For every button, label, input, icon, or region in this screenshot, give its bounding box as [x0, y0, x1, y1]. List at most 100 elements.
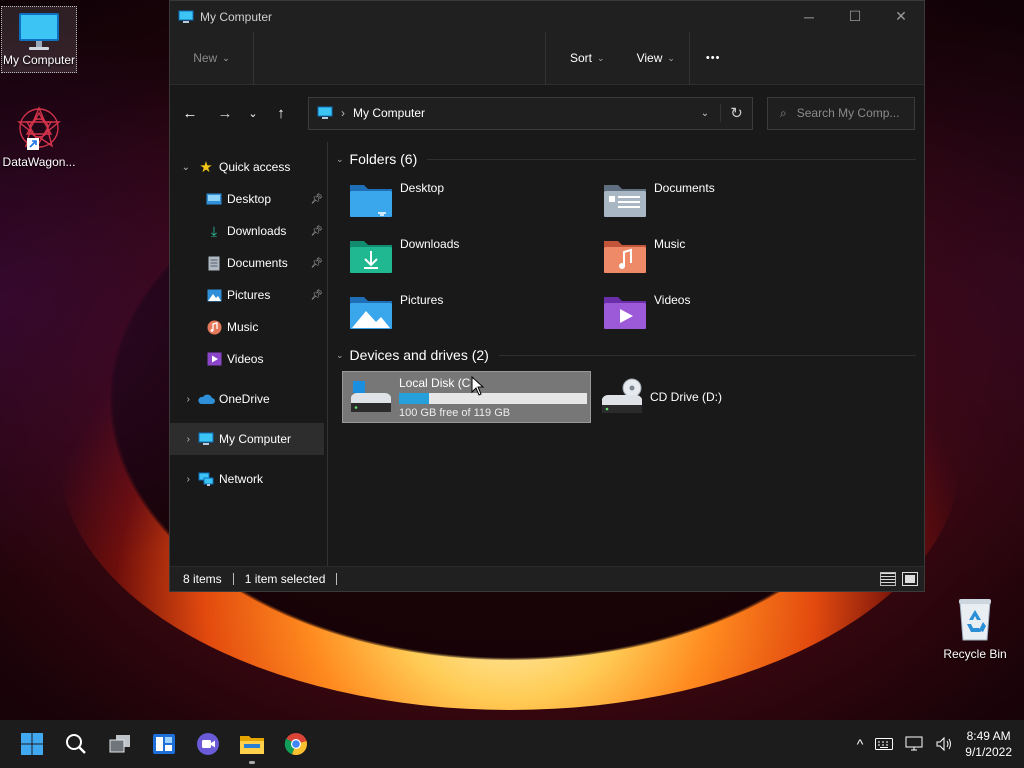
folder-name: Documents — [654, 181, 715, 195]
folder-tile-videos[interactable]: Videos — [590, 285, 844, 341]
star-icon: ★ — [199, 159, 213, 176]
desktop-icon-recycle-bin[interactable]: Recycle Bin — [937, 596, 1013, 661]
nav-label: Videos — [227, 352, 264, 366]
nav-item-videos[interactable]: Videos — [170, 343, 327, 375]
nav-label: OneDrive — [219, 392, 270, 406]
drive-free-space: 100 GB free of 119 GB — [399, 406, 511, 419]
drives-group-header[interactable]: ⌄ Devices and drives (2) — [336, 341, 924, 369]
nav-label: My Computer — [219, 432, 292, 446]
chevron-right-icon: › — [341, 106, 345, 120]
volume-icon[interactable] — [935, 736, 953, 752]
chevron-down-icon[interactable]: ⌄ — [170, 162, 196, 173]
folder-name: Music — [654, 237, 686, 251]
folders-group-header[interactable]: ⌄ Folders (6) — [336, 145, 924, 173]
taskbar: ^ 8:49 AM 9/1/2022 — [0, 720, 1024, 768]
sort-button[interactable]: Sort ⌄ — [546, 32, 627, 85]
drive-tile-cd[interactable]: CD Drive (D:) — [594, 371, 844, 423]
more-options-button[interactable]: ••• — [690, 32, 737, 85]
chevron-down-icon[interactable]: ⌄ — [690, 108, 720, 119]
widgets-icon — [153, 734, 175, 754]
widgets-button[interactable] — [142, 720, 186, 768]
keyboard-icon[interactable] — [875, 738, 894, 750]
nav-item-pictures[interactable]: Pictures 📌︎ — [170, 279, 327, 311]
network-status-icon[interactable] — [905, 736, 923, 752]
search-input[interactable]: ⌕ Search My Comp... — [767, 96, 915, 130]
nav-network[interactable]: › Network — [170, 463, 327, 495]
chevron-down-icon: ⌄ — [597, 52, 605, 63]
desktop-icon-label: DataWagon... — [2, 155, 76, 169]
windows-logo-icon — [21, 733, 43, 755]
cd-drive-icon — [602, 378, 642, 413]
view-button[interactable]: View ⌄ — [627, 32, 689, 85]
folders-grid: Desktop Documents Downloads Music Pictur… — [336, 173, 924, 341]
chevron-down-icon[interactable]: ⌄ — [336, 154, 344, 165]
document-icon — [204, 255, 224, 271]
downloads-folder-icon — [350, 241, 392, 273]
back-button[interactable]: ← — [175, 105, 205, 122]
details-view-button[interactable] — [880, 572, 896, 586]
chrome-button[interactable] — [274, 720, 318, 768]
folder-tile-documents[interactable]: Documents — [590, 173, 844, 229]
navigation-pane: ⌄ ★ Quick access Desktop 📌︎ ⤓ Downloads … — [170, 142, 328, 568]
address-path[interactable]: My Computer — [353, 106, 425, 120]
address-bar[interactable]: › My Computer ⌄ ↻ — [308, 96, 753, 130]
monitor-icon — [19, 13, 59, 50]
nav-item-music[interactable]: Music — [170, 311, 327, 343]
pin-icon[interactable]: 📌︎ — [310, 258, 323, 269]
chevron-right-icon[interactable]: › — [170, 474, 196, 485]
drives-grid: Local Disk (C:) 100 GB free of 119 GB CD… — [336, 369, 924, 423]
selection-count: 1 item selected — [244, 572, 326, 586]
chevron-right-icon[interactable]: › — [170, 394, 196, 405]
nav-onedrive[interactable]: › OneDrive — [170, 383, 327, 415]
pin-icon[interactable]: 📌︎ — [310, 290, 323, 301]
recycle-bin-icon — [959, 599, 991, 641]
clock-date: 9/1/2022 — [965, 745, 1012, 759]
nav-my-computer[interactable]: › My Computer — [170, 423, 324, 455]
title-bar[interactable]: My Computer ─ ☐ ✕ — [170, 1, 924, 32]
command-bar: New ⌄ Sort ⌄ View ⌄ ••• — [170, 31, 924, 85]
nav-item-desktop[interactable]: Desktop 📌︎ — [170, 183, 327, 215]
folder-tile-downloads[interactable]: Downloads — [336, 229, 590, 285]
music-icon — [204, 319, 224, 335]
chevron-up-icon[interactable]: ^ — [857, 736, 864, 752]
desktop-icon-my-computer[interactable]: My Computer — [1, 6, 77, 73]
more-label: ••• — [705, 52, 721, 64]
monitor-icon — [317, 106, 333, 119]
folder-tile-music[interactable]: Music — [590, 229, 844, 285]
desktop-folder-icon — [350, 185, 392, 217]
chevron-down-icon[interactable]: ⌄ — [336, 350, 344, 361]
desktop-icon-datawagon[interactable]: DataWagon... — [1, 104, 77, 169]
folder-tile-pictures[interactable]: Pictures — [336, 285, 590, 341]
nav-label: Quick access — [219, 160, 291, 174]
chevron-right-icon[interactable]: › — [170, 434, 196, 445]
teams-chat-button[interactable] — [186, 720, 230, 768]
drive-tile-local-disk[interactable]: Local Disk (C:) 100 GB free of 119 GB — [342, 371, 591, 423]
task-view-button[interactable] — [98, 720, 142, 768]
folder-tile-desktop[interactable]: Desktop — [336, 173, 590, 229]
search-button[interactable] — [54, 720, 98, 768]
nav-label: Documents — [227, 256, 288, 270]
nav-item-downloads[interactable]: ⤓ Downloads 📌︎ — [170, 215, 327, 247]
up-button[interactable]: ↑ — [266, 105, 296, 122]
clock[interactable]: 8:49 AM 9/1/2022 — [965, 728, 1012, 760]
nav-label: Desktop — [227, 192, 272, 206]
file-explorer-taskbar-button[interactable] — [230, 720, 274, 768]
sort-label: Sort — [570, 51, 593, 65]
pin-icon[interactable]: 📌︎ — [310, 226, 323, 237]
recent-locations-button[interactable]: ⌄ — [240, 107, 266, 120]
tiles-view-button[interactable] — [902, 572, 918, 586]
minimize-button[interactable]: ─ — [786, 1, 832, 32]
drive-name: CD Drive (D:) — [650, 390, 722, 404]
cloud-icon — [196, 391, 216, 407]
maximize-button[interactable]: ☐ — [832, 1, 878, 32]
start-button[interactable] — [10, 720, 54, 768]
nav-quick-access[interactable]: ⌄ ★ Quick access — [170, 151, 327, 183]
close-button[interactable]: ✕ — [878, 1, 924, 32]
refresh-icon[interactable]: ↻ — [720, 104, 752, 122]
forward-button[interactable]: → — [210, 105, 240, 122]
new-button[interactable]: New ⌄ — [170, 31, 254, 85]
download-icon: ⤓ — [210, 222, 218, 239]
pin-icon[interactable]: 📌︎ — [310, 194, 323, 205]
monitor-icon — [178, 10, 194, 23]
nav-item-documents[interactable]: Documents 📌︎ — [170, 247, 327, 279]
